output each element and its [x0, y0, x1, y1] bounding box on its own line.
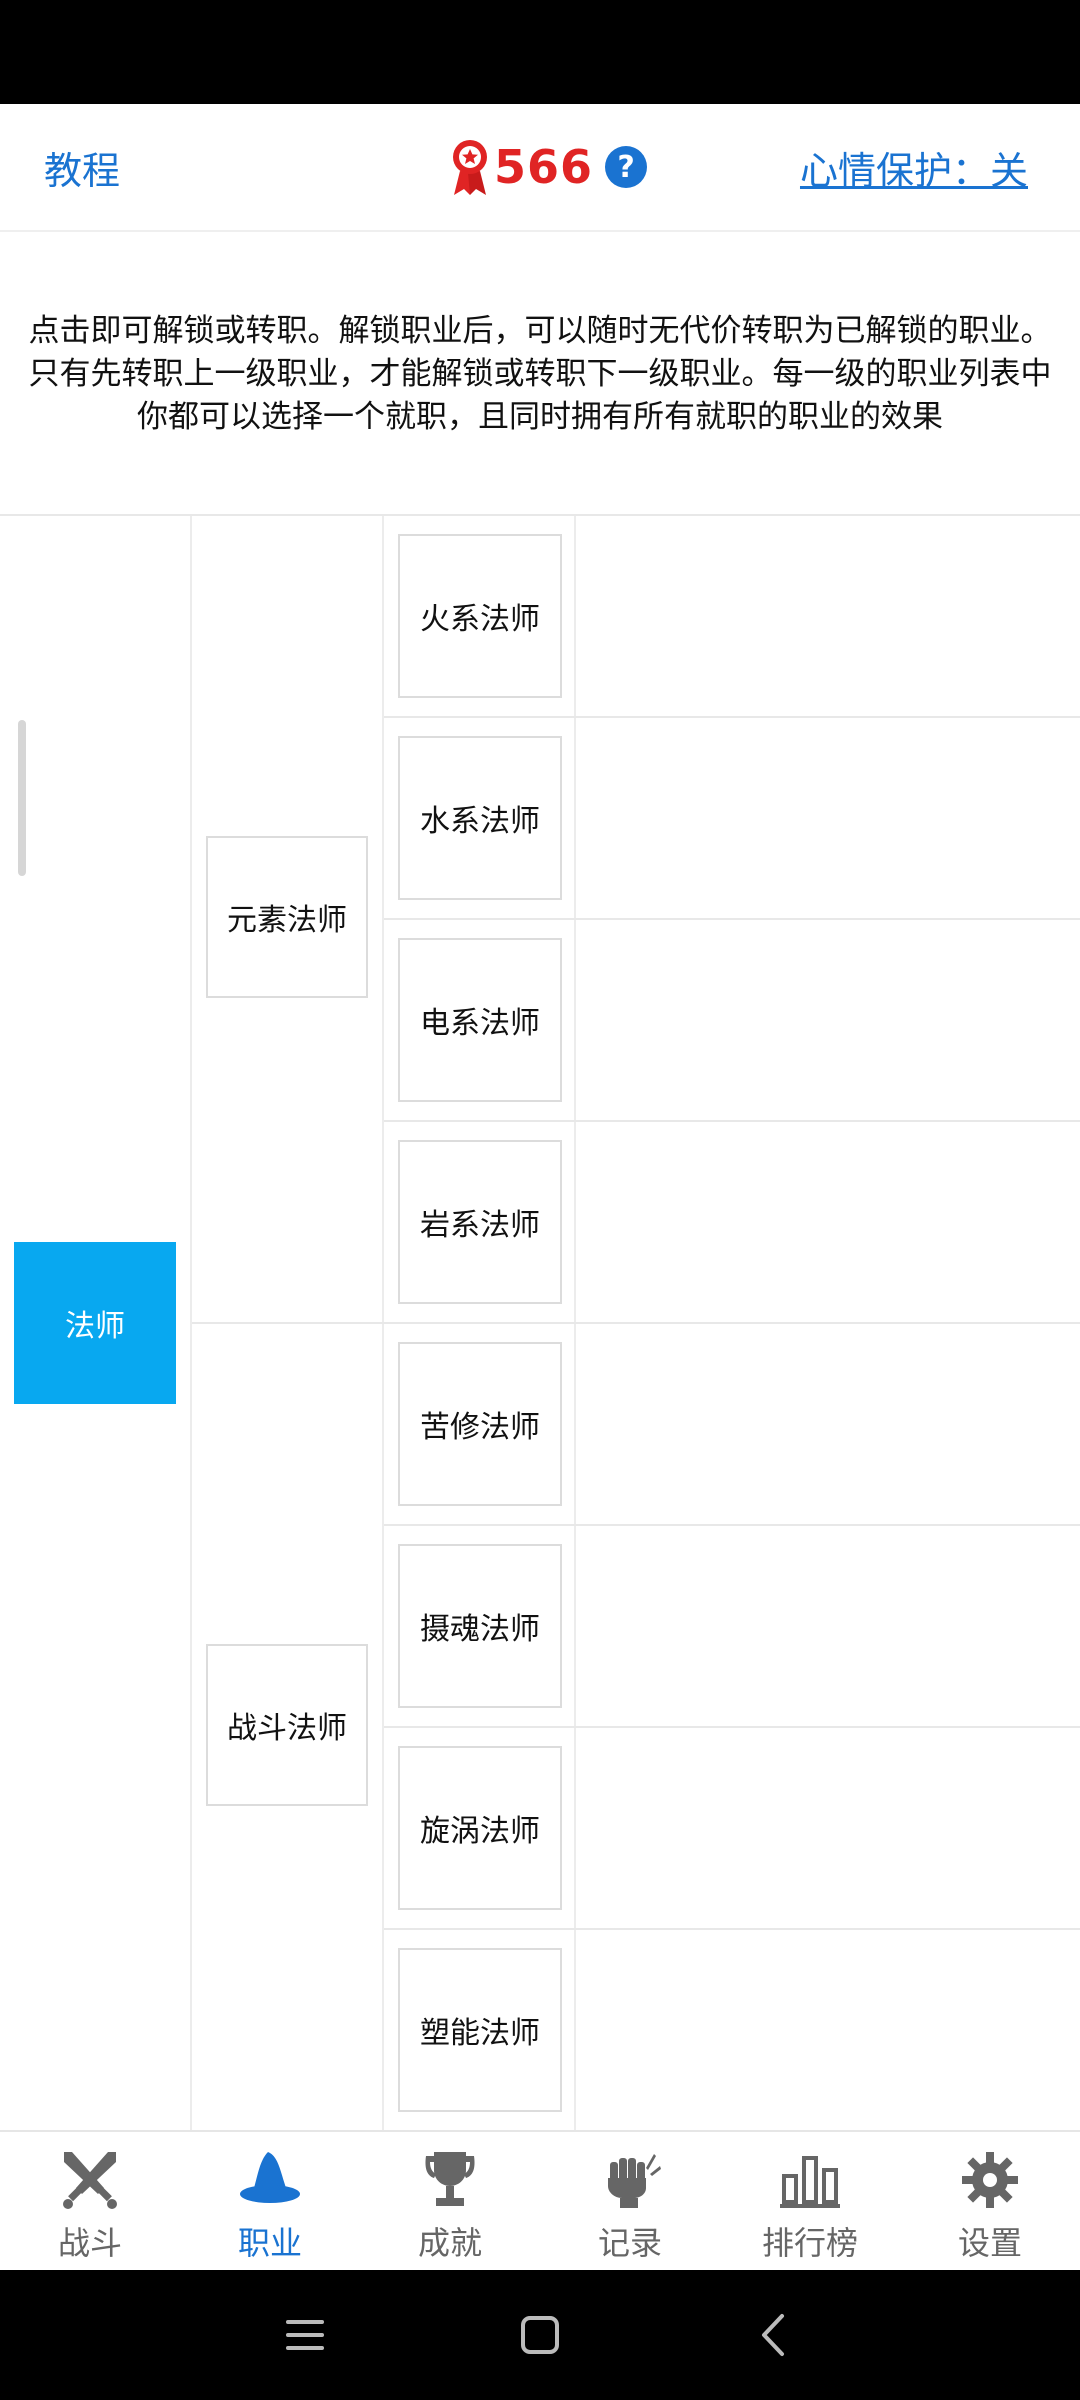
nav-label: 职业 [237, 2224, 302, 2262]
medal-icon [453, 140, 487, 195]
system-navigation-bar [0, 2270, 1080, 2400]
nav-class[interactable]: 职业 [180, 2132, 360, 2272]
class-node-shaping-mage[interactable]: 塑能法师 [398, 1948, 562, 2112]
nav-label: 排行榜 [761, 2224, 858, 2262]
nav-label: 战斗 [57, 2224, 122, 2262]
nav-records[interactable]: 记录 [540, 2132, 720, 2272]
gear-icon [962, 2152, 1018, 2208]
class-node-fire-mage[interactable]: 火系法师 [398, 534, 562, 698]
fist-record-icon [608, 2154, 661, 2208]
row-divider [384, 1120, 1080, 1122]
nav-battle[interactable]: 战斗 [0, 2132, 180, 2272]
wizard-hat-icon [240, 2152, 300, 2203]
top-bar: 教程 566 ? 心情保护：关 [0, 104, 1080, 232]
points-display: 566 ? [450, 132, 648, 202]
mood-protection-toggle[interactable]: 心情保护：关 [800, 140, 1028, 195]
leaderboard-bars-icon [780, 2156, 840, 2208]
nav-label: 设置 [957, 2224, 1022, 2262]
class-node-water-mage[interactable]: 水系法师 [398, 736, 562, 900]
row-divider [192, 1322, 1080, 1324]
class-node-rock-mage[interactable]: 岩系法师 [398, 1140, 562, 1304]
class-node-soul-mage[interactable]: 摄魂法师 [398, 1544, 562, 1708]
class-node-mage[interactable]: 法师 [14, 1242, 176, 1404]
trophy-icon [425, 2152, 475, 2206]
back-icon[interactable] [750, 2310, 800, 2360]
row-divider [384, 918, 1080, 920]
menu-icon[interactable] [280, 2310, 330, 2360]
nav-leaderboard[interactable]: 排行榜 [720, 2132, 900, 2272]
nav-settings[interactable]: 设置 [900, 2132, 1080, 2272]
row-divider [384, 1524, 1080, 1526]
points-value: 566 [494, 140, 594, 194]
row-divider [384, 1928, 1080, 1930]
home-icon[interactable] [515, 2310, 565, 2360]
nav-label: 记录 [597, 2224, 662, 2262]
tutorial-link[interactable]: 教程 [44, 140, 120, 195]
class-node-battle-mage[interactable]: 战斗法师 [206, 1644, 368, 1806]
class-tree: 法师 元素法师 战斗法师 火系法师 水系法师 电系法师 岩系法师 苦修法师 摄魂… [0, 516, 1080, 2130]
help-icon[interactable]: ? [605, 146, 648, 188]
nav-achievements[interactable]: 成就 [360, 2132, 540, 2272]
bottom-nav: 战斗 职业 成就 记录 排行榜 设置 [0, 2130, 1080, 2272]
class-node-elemental-mage[interactable]: 元素法师 [206, 836, 368, 998]
class-node-vortex-mage[interactable]: 旋涡法师 [398, 1746, 562, 1910]
class-node-electric-mage[interactable]: 电系法师 [398, 938, 562, 1102]
class-node-ascetic-mage[interactable]: 苦修法师 [398, 1342, 562, 1506]
crossed-swords-icon [63, 2152, 117, 2209]
instructions-text: 点击即可解锁或转职。解锁职业后，可以随时无代价转职为已解锁的职业。只有先转职上一… [28, 313, 1052, 435]
row-divider [384, 716, 1080, 718]
row-divider [384, 1726, 1080, 1728]
status-bar [0, 0, 1080, 104]
scrollbar[interactable] [18, 720, 26, 876]
nav-label: 成就 [417, 2224, 482, 2262]
